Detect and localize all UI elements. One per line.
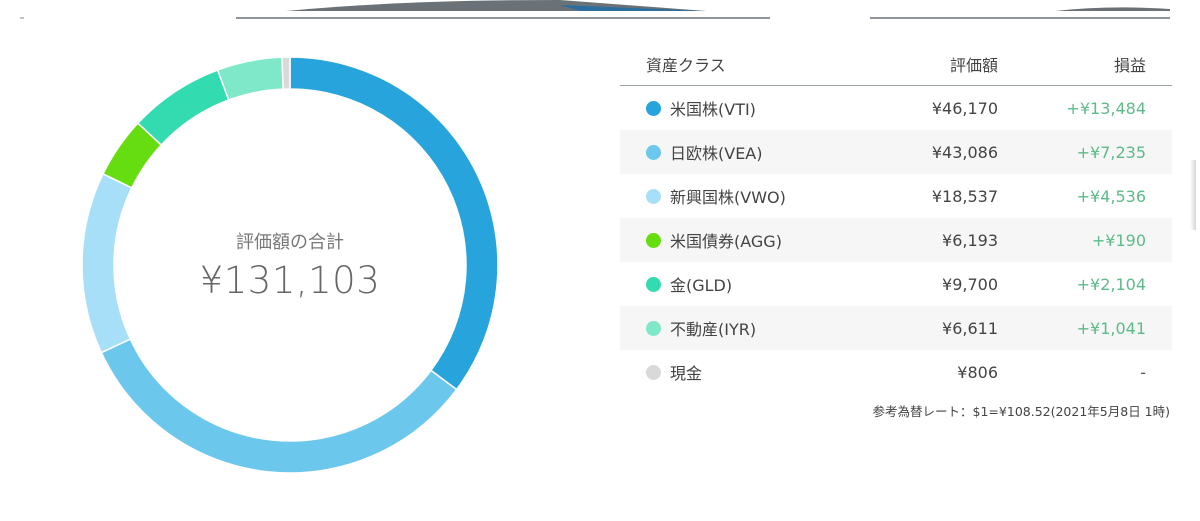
- donut-slice[interactable]: [289, 56, 499, 391]
- table-row: 日欧株(VEA) ¥43,086 +¥7,235: [620, 130, 1172, 174]
- header-value: 評価額: [949, 56, 998, 75]
- table-row: 米国株(VTI) ¥46,170 +¥13,484: [620, 86, 1172, 130]
- table-row: 米国債券(AGG) ¥6,193 +¥190: [620, 218, 1172, 262]
- asset-value: ¥6,193: [942, 230, 998, 250]
- donut-slice[interactable]: [100, 338, 458, 474]
- exchange-rate-note: 参考為替レート：$1=¥108.52(2021年5月8日 1時): [872, 404, 1170, 419]
- legend-dot: [646, 188, 661, 204]
- asset-value: ¥6,611: [942, 318, 998, 338]
- table-row: 不動産(IYR) ¥6,611 +¥1,041: [620, 306, 1172, 350]
- legend-dot: [646, 364, 661, 380]
- asset-name: 金(GLD): [670, 276, 733, 295]
- asset-value: ¥9,700: [942, 274, 998, 294]
- legend-dot: [646, 100, 661, 116]
- asset-name: 日欧株(VEA): [670, 144, 763, 163]
- asset-gain: +¥1,041: [1076, 318, 1146, 338]
- asset-gain: +¥13,484: [1066, 98, 1146, 118]
- asset-name: 現金: [670, 364, 703, 383]
- table-row: 新興国株(VWO) ¥18,537 +¥4,536: [620, 174, 1172, 218]
- donut-slice[interactable]: [136, 69, 230, 147]
- table-row: 現金 ¥806 -: [620, 350, 1172, 394]
- asset-value: ¥806: [957, 362, 998, 382]
- donut-chart: 評価額の合計 ¥131,103: [70, 45, 510, 485]
- asset-value: ¥46,170: [931, 98, 998, 118]
- scrollbar-edge[interactable]: [1190, 160, 1196, 230]
- asset-value: ¥43,086: [931, 142, 998, 162]
- header-gain: 損益: [1113, 56, 1146, 75]
- asset-gain: +¥190: [1091, 230, 1146, 250]
- asset-name: 新興国株(VWO): [670, 188, 786, 207]
- asset-value: ¥18,537: [931, 186, 998, 206]
- legend-dot: [646, 232, 661, 248]
- asset-name: 米国株(VTI): [670, 100, 756, 119]
- asset-table: 資産クラス 評価額 損益 米国株(VTI) ¥46,170 +¥13,484 日…: [620, 43, 1172, 394]
- legend-dot: [646, 276, 661, 292]
- legend-dot: [646, 320, 661, 336]
- asset-gain: -: [1140, 362, 1146, 382]
- asset-gain: +¥2,104: [1076, 274, 1146, 294]
- center-total: ¥131,103: [199, 259, 381, 302]
- asset-gain: +¥7,235: [1076, 142, 1146, 162]
- header-asset-class: 資産クラス: [646, 56, 726, 75]
- center-label: 評価額の合計: [236, 232, 344, 253]
- table-row: 金(GLD) ¥9,700 +¥2,104: [620, 262, 1172, 306]
- donut-slice[interactable]: [216, 56, 284, 101]
- asset-name: 不動産(IYR): [670, 320, 757, 339]
- asset-name: 米国債券(AGG): [670, 232, 782, 251]
- asset-gain: +¥4,536: [1076, 186, 1146, 206]
- donut-slice[interactable]: [281, 56, 291, 90]
- cropped-chart-strip: [20, 0, 1170, 19]
- table-header: 資産クラス 評価額 損益: [620, 43, 1172, 86]
- legend-dot: [646, 144, 661, 160]
